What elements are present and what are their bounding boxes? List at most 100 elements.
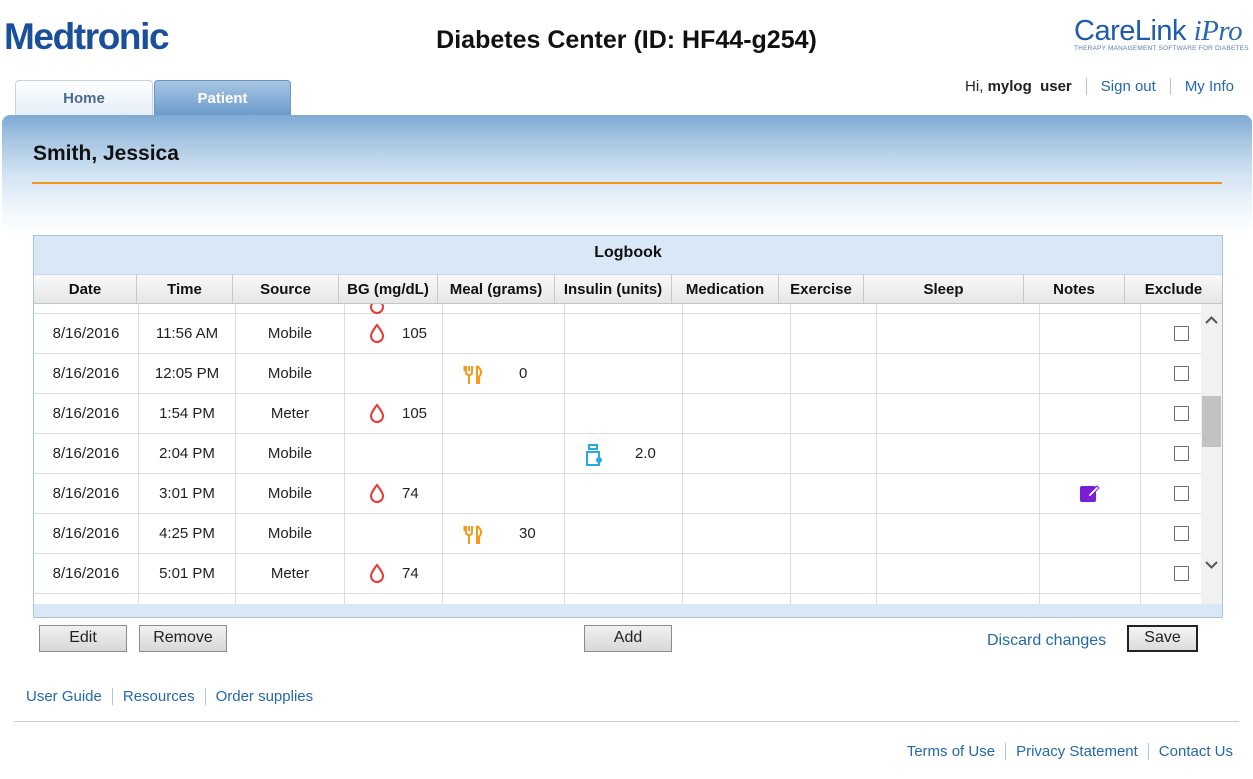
table-cell: [683, 434, 791, 474]
logo-main-text: CareLink: [1074, 15, 1187, 47]
table-cell: [34, 594, 139, 604]
blood-drop-icon: [368, 563, 386, 583]
patient-name: Smith, Jessica: [33, 142, 179, 165]
logbook-scrollbar[interactable]: [1201, 304, 1222, 604]
cell-value: 0: [519, 365, 528, 382]
table-row[interactable]: 8/16/2016 5:01 PM Meter 74: [34, 554, 1202, 594]
add-button[interactable]: Add: [584, 625, 672, 652]
cell-value: 74: [402, 485, 419, 502]
exclude-checkbox[interactable]: [1174, 486, 1189, 501]
scrollbar-thumb[interactable]: [1202, 396, 1221, 447]
table-cell: [1141, 594, 1202, 604]
privacy-statement-link[interactable]: Privacy Statement: [1016, 743, 1138, 760]
column-header[interactable]: Exclude: [1125, 275, 1222, 304]
logbook-panel: Logbook Date Time Source BG (mg/dL) Meal (gr…: [33, 235, 1223, 618]
table-cell: [791, 594, 877, 604]
remove-button[interactable]: Remove: [139, 625, 227, 652]
table-cell: [236, 304, 345, 314]
save-button[interactable]: Save: [1127, 625, 1198, 652]
exclude-checkbox[interactable]: [1174, 406, 1189, 421]
exclude-cell: [1141, 394, 1202, 434]
exclude-cell: [1141, 434, 1202, 474]
table-cell: [791, 394, 877, 434]
exclude-cell: [1141, 474, 1202, 514]
table-cell: [443, 394, 565, 434]
terms-of-use-link[interactable]: Terms of Use: [907, 743, 995, 760]
table-row[interactable]: 8/16/2016 12:05 PM Mobile 0: [34, 354, 1202, 394]
sign-out-link[interactable]: Sign out: [1101, 78, 1156, 95]
contact-us-link[interactable]: Contact Us: [1159, 743, 1233, 760]
logbook-body[interactable]: 8/16/2016 11:56 AM Mobile 105 8/16/2016 12:05…: [34, 304, 1222, 604]
column-header[interactable]: Meal (grams): [438, 275, 555, 304]
nav-separator: [1085, 78, 1087, 95]
table-cell: [683, 314, 791, 354]
patient-banner: [2, 115, 1252, 235]
table-cell: [345, 514, 443, 554]
time-cell: 11:56 AM: [139, 314, 236, 354]
cell-value: 105: [402, 325, 428, 342]
exclude-checkbox[interactable]: [1174, 326, 1189, 341]
tab-patient[interactable]: Patient: [154, 80, 291, 116]
link-separator: [1005, 743, 1007, 760]
table-cell: [565, 554, 683, 594]
note-edit-icon[interactable]: [1079, 484, 1101, 504]
table-row-partial: [34, 594, 1202, 604]
resources-link[interactable]: Resources: [123, 688, 195, 705]
blood-drop-icon: [368, 304, 386, 314]
column-header[interactable]: Sleep: [864, 275, 1024, 304]
logo-suffix-text: iPro: [1193, 15, 1243, 47]
column-header[interactable]: Source: [233, 275, 339, 304]
table-cell: [565, 394, 683, 434]
exclude-checkbox[interactable]: [1174, 566, 1189, 581]
scroll-down-icon[interactable]: [1203, 556, 1220, 573]
exclude-cell: [1141, 554, 1202, 594]
date-cell: 8/16/2016: [34, 394, 139, 434]
table-row[interactable]: 8/16/2016 11:56 AM Mobile 105: [34, 314, 1202, 354]
link-separator: [111, 688, 113, 705]
tab-home[interactable]: Home: [15, 80, 153, 116]
table-row[interactable]: 8/16/2016 3:01 PM Mobile 74: [34, 474, 1202, 514]
user-guide-link[interactable]: User Guide: [26, 688, 102, 705]
username: mylog user: [987, 78, 1072, 95]
blood-drop-icon: [368, 483, 386, 503]
footer-divider: [14, 721, 1239, 722]
logbook-header-row: Date Time Source BG (mg/dL) Meal (grams) Insu…: [34, 274, 1222, 304]
notes-cell: [1040, 474, 1141, 514]
table-row[interactable]: 8/16/2016 2:04 PM Mobile 2.0: [34, 434, 1202, 474]
table-cell: [683, 394, 791, 434]
my-info-link[interactable]: My Info: [1185, 78, 1234, 95]
column-header[interactable]: Medication: [672, 275, 779, 304]
meal-utensils-icon: [462, 363, 486, 387]
column-header[interactable]: Insulin (units): [555, 275, 672, 304]
blood-drop-icon: [368, 323, 386, 343]
order-supplies-link[interactable]: Order supplies: [216, 688, 314, 705]
link-separator: [1147, 743, 1149, 760]
edit-button[interactable]: Edit: [39, 625, 127, 652]
time-cell: 4:25 PM: [139, 514, 236, 554]
exclude-checkbox[interactable]: [1174, 446, 1189, 461]
table-cell: [443, 594, 565, 604]
table-cell: [1040, 304, 1141, 314]
column-header[interactable]: Date: [34, 275, 137, 304]
table-cell: [345, 434, 443, 474]
table-row[interactable]: 8/16/2016 1:54 PM Meter 105: [34, 394, 1202, 434]
greeting-text: Hi,: [965, 78, 984, 95]
column-header[interactable]: BG (mg/dL): [339, 275, 438, 304]
table-cell: [877, 354, 1040, 394]
date-cell: 8/16/2016: [34, 514, 139, 554]
source-cell: Mobile: [236, 474, 345, 514]
discard-changes-link[interactable]: Discard changes: [987, 632, 1106, 650]
column-header[interactable]: Notes: [1024, 275, 1125, 304]
source-cell: Mobile: [236, 314, 345, 354]
scroll-up-icon[interactable]: [1203, 312, 1220, 329]
time-cell: 5:01 PM: [139, 554, 236, 594]
table-cell: [791, 304, 877, 314]
table-cell: [791, 314, 877, 354]
date-cell: 8/16/2016: [34, 554, 139, 594]
column-header[interactable]: Time: [137, 275, 233, 304]
cell-value: 105: [402, 405, 428, 422]
exclude-checkbox[interactable]: [1174, 526, 1189, 541]
exclude-checkbox[interactable]: [1174, 366, 1189, 381]
column-header[interactable]: Exercise: [779, 275, 864, 304]
table-row[interactable]: 8/16/2016 4:25 PM Mobile 30: [34, 514, 1202, 554]
